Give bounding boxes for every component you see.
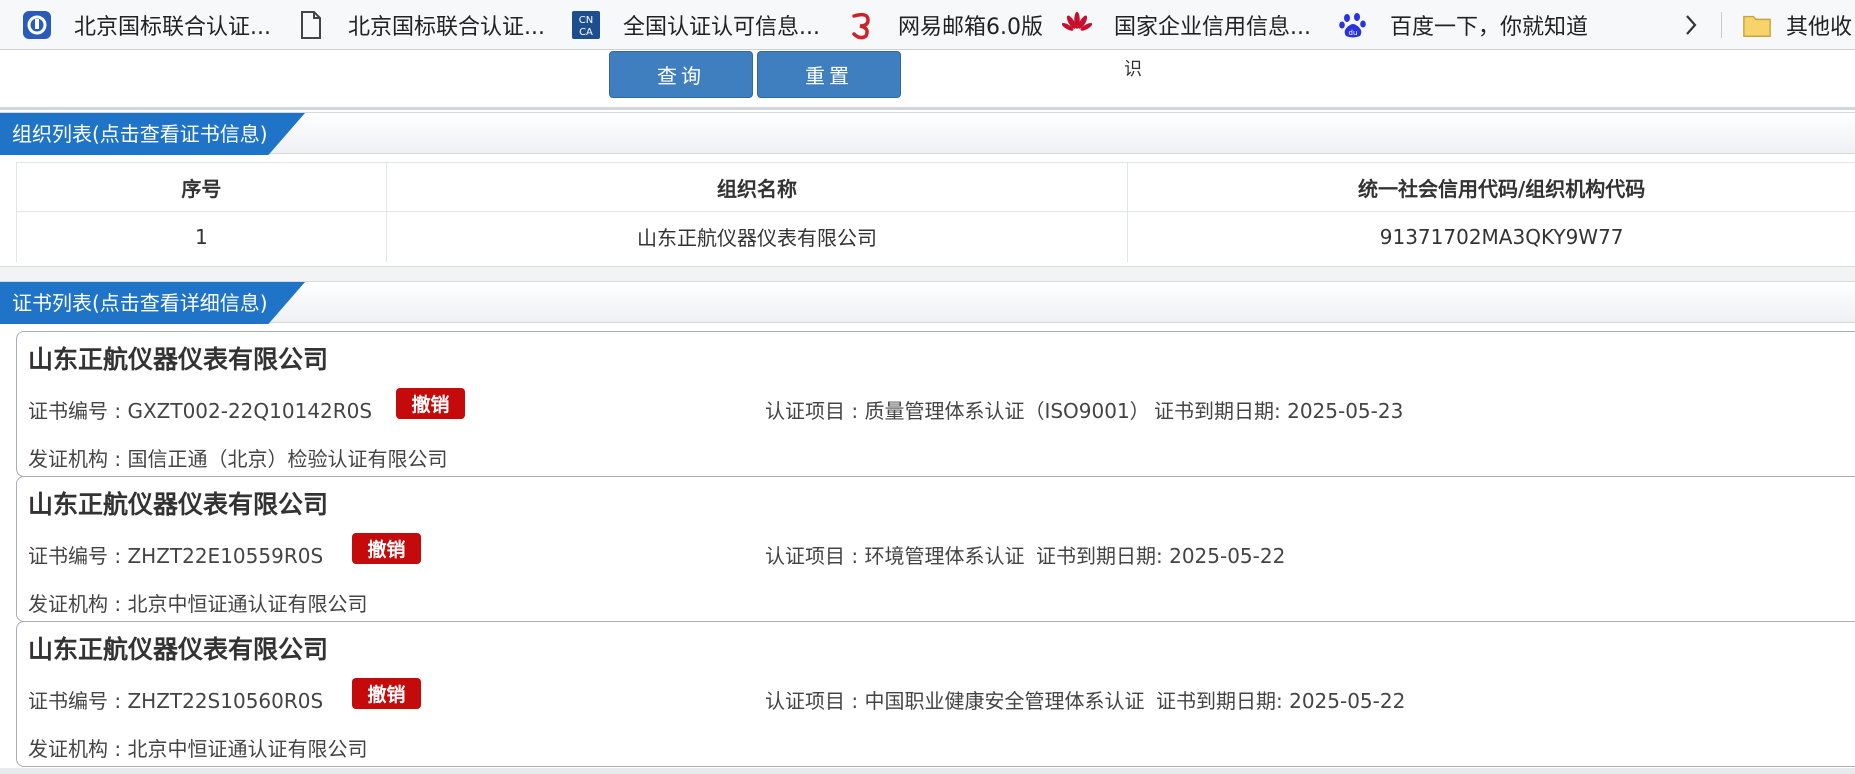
- cert-issuer: 发证机构 : 北京中恒证通认证有限公司: [28, 737, 368, 761]
- column-header-index: 序号: [16, 162, 387, 212]
- bookmark-label: 北京国标联合认证...: [74, 14, 271, 40]
- cert-card[interactable]: 山东正航仪器仪表有限公司 证书编号 : ZHZT22S10560R0S 撤销 认…: [16, 621, 1855, 767]
- status-badge: 撤销: [352, 533, 421, 564]
- svg-text:CA: CA: [579, 27, 593, 38]
- cnca-logo-icon: CN CA: [571, 10, 601, 40]
- cert-issuer: 发证机构 : 北京中恒证通认证有限公司: [28, 592, 368, 616]
- cert-company-name: 山东正航仪器仪表有限公司: [28, 490, 329, 519]
- bookmark-item[interactable]: 国家企业信用信息...: [1062, 0, 1311, 49]
- netease-mail-icon: [846, 10, 876, 40]
- bookmark-label: 国家企业信用信息...: [1114, 14, 1311, 40]
- cell-index: 1: [16, 211, 387, 262]
- cert-company-name: 山东正航仪器仪表有限公司: [28, 635, 329, 664]
- reset-button[interactable]: 重置: [757, 51, 901, 98]
- cert-section-header: 证书列表(点击查看详细信息): [0, 281, 1855, 324]
- cell-org-name[interactable]: 山东正航仪器仪表有限公司: [385, 211, 1129, 262]
- cert-expiry: 证书到期日期: 2025-05-22: [1156, 689, 1406, 713]
- bookmark-item[interactable]: CN CA 全国认证认可信息...: [571, 0, 820, 49]
- cert-number: 证书编号 : GXZT002-22Q10142R0S: [28, 399, 373, 423]
- cert-number: 证书编号 : ZHZT22S10560R0S: [28, 689, 324, 713]
- status-badge: 撤销: [352, 678, 421, 709]
- chevron-right-icon[interactable]: [1676, 0, 1706, 49]
- org-section-title: 组织列表(点击查看证书信息): [0, 113, 305, 155]
- cert-project: 认证项目 : 质量管理体系认证（ISO9001）: [765, 399, 1150, 423]
- bookmark-label: 网易邮箱6.0版: [898, 14, 1043, 40]
- cert-number: 证书编号 : ZHZT22E10559R0S: [28, 544, 324, 568]
- svg-text:CN: CN: [579, 15, 593, 26]
- gbld-logo-icon: [22, 10, 52, 40]
- bookmark-divider: [1721, 12, 1722, 38]
- bookmark-folder-other[interactable]: 其他收: [1742, 0, 1853, 49]
- cert-company-name: 山东正航仪器仪表有限公司: [28, 345, 329, 374]
- org-table: 序号 组织名称 统一社会信用代码/组织机构代码 1 山东正航仪器仪表有限公司 9…: [16, 162, 1855, 262]
- bookmark-item[interactable]: 北京国标联合认证...: [296, 0, 545, 49]
- cert-section-title: 证书列表(点击查看详细信息): [0, 282, 305, 324]
- huawei-style-logo-icon: [1062, 10, 1092, 40]
- status-badge: 撤销: [396, 388, 465, 419]
- column-header-name: 组织名称: [385, 162, 1129, 212]
- cell-org-code: 91371702MA3QKY9W77: [1127, 211, 1855, 262]
- cert-card[interactable]: 山东正航仪器仪表有限公司 证书编号 : GXZT002-22Q10142R0S …: [16, 331, 1855, 477]
- bookmark-item[interactable]: du 百度一下，你就知道: [1338, 0, 1589, 49]
- cert-issuer: 发证机构 : 国信正通（北京）检验认证有限公司: [28, 447, 448, 471]
- table-row[interactable]: 1 山东正航仪器仪表有限公司 91371702MA3QKY9W77: [16, 211, 1855, 262]
- baidu-paw-icon: du: [1338, 10, 1368, 40]
- bookmark-label: 北京国标联合认证...: [348, 14, 545, 40]
- bottom-strip: [0, 768, 1855, 774]
- divider: [0, 107, 1855, 110]
- query-button[interactable]: 查询: [609, 51, 753, 98]
- bookmark-label: 百度一下，你就知道: [1390, 14, 1589, 40]
- cert-card[interactable]: 山东正航仪器仪表有限公司 证书编号 : ZHZT22E10559R0S 撤销 认…: [16, 476, 1855, 622]
- org-section-header: 组织列表(点击查看证书信息): [0, 112, 1855, 155]
- document-icon: [296, 10, 326, 40]
- folder-icon: [1742, 10, 1772, 40]
- column-header-code: 统一社会信用代码/组织机构代码: [1127, 162, 1855, 212]
- cert-project: 认证项目 : 环境管理体系认证: [765, 544, 1025, 568]
- bookmark-label: 其他收: [1786, 14, 1853, 40]
- stray-text: 识: [1124, 59, 1142, 80]
- section-gap: [0, 266, 1855, 281]
- bookmark-item[interactable]: 网易邮箱6.0版: [846, 0, 1043, 49]
- svg-text:du: du: [1349, 29, 1358, 37]
- cert-project: 认证项目 : 中国职业健康安全管理体系认证: [765, 689, 1145, 713]
- bookmarks-bar: 北京国标联合认证... 北京国标联合认证... CN CA 全国认证认可信息...…: [0, 0, 1855, 50]
- table-header-row: 序号 组织名称 统一社会信用代码/组织机构代码: [16, 162, 1855, 212]
- bookmark-label: 全国认证认可信息...: [623, 14, 820, 40]
- bookmark-item[interactable]: 北京国标联合认证...: [22, 0, 271, 49]
- cert-expiry: 证书到期日期: 2025-05-22: [1036, 544, 1286, 568]
- query-bar: 查询 重置 识: [0, 50, 1855, 108]
- cert-expiry: 证书到期日期: 2025-05-23: [1154, 399, 1404, 423]
